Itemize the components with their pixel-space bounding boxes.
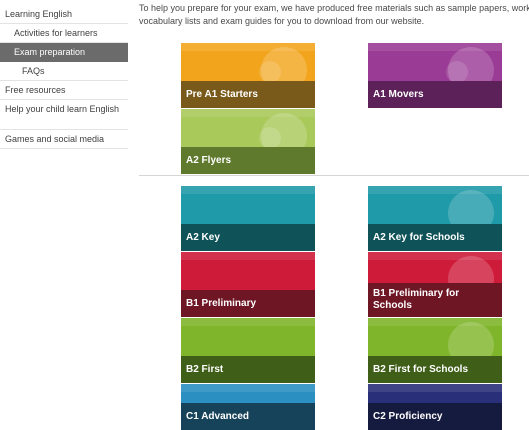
card-label: B1 Preliminary (186, 297, 257, 309)
exam-card-b2-first-for-schools[interactable]: B2 First for Schools (368, 318, 502, 383)
sidebar-item-games-and-social-media[interactable]: Games and social media (0, 130, 128, 149)
card-label: A2 Key (186, 231, 220, 243)
card-band: A2 Key for Schools (368, 224, 502, 251)
sidebar-item-learning-english[interactable]: Learning English (0, 5, 128, 24)
sidebar-item-activities-for-learners[interactable]: Activities for learners (0, 24, 128, 43)
exam-card-b1-preliminary[interactable]: B1 Preliminary (181, 252, 315, 317)
intro-text: To help you prepare for your exam, we ha… (139, 2, 529, 28)
sidebar-item-faqs[interactable]: FAQs (0, 62, 128, 81)
card-band: B2 First for Schools (368, 356, 502, 383)
card-band: A2 Key (181, 224, 315, 251)
card-band: C2 Proficiency (368, 403, 502, 430)
exam-card-a2-key[interactable]: A2 Key (181, 186, 315, 251)
card-band: A1 Movers (368, 81, 502, 108)
card-label: A2 Key for Schools (373, 231, 465, 243)
exam-card-a2-flyers[interactable]: A2 Flyers (181, 109, 315, 174)
card-label: Pre A1 Starters (186, 88, 258, 100)
exam-card-a1-movers[interactable]: A1 Movers (368, 43, 502, 108)
exam-card-pre-a1-starters[interactable]: Pre A1 Starters (181, 43, 315, 108)
exam-card-c2-proficiency[interactable]: C2 Proficiency (368, 384, 502, 430)
card-band: A2 Flyers (181, 147, 315, 174)
card-band: C1 Advanced (181, 403, 315, 430)
section-divider (139, 175, 529, 176)
sidebar-item-help-your-child[interactable]: Help your child learn English (0, 100, 128, 130)
card-label: B2 First for Schools (373, 363, 469, 375)
intro-line-1: To help you prepare for your exam, we ha… (139, 3, 529, 13)
card-band: B1 Preliminary for Schools (368, 283, 502, 317)
card-label: A1 Movers (373, 88, 424, 100)
card-label: A2 Flyers (186, 154, 232, 166)
sidebar-item-exam-preparation[interactable]: Exam preparation (0, 43, 128, 62)
exam-card-c1-advanced[interactable]: C1 Advanced (181, 384, 315, 430)
sidebar-item-free-resources[interactable]: Free resources (0, 81, 128, 100)
exam-card-b1-preliminary-for-schools[interactable]: B1 Preliminary for Schools (368, 252, 502, 317)
card-band: Pre A1 Starters (181, 81, 315, 108)
card-band: B2 First (181, 356, 315, 383)
card-label: C2 Proficiency (373, 410, 443, 422)
intro-line-2: vocabulary lists and exam guides for you… (139, 16, 425, 26)
card-label: C1 Advanced (186, 410, 249, 422)
card-label: B1 Preliminary for Schools (373, 288, 460, 311)
card-band: B1 Preliminary (181, 290, 315, 317)
card-label: B2 First (186, 363, 224, 375)
exam-card-b2-first[interactable]: B2 First (181, 318, 315, 383)
exam-card-a2-key-for-schools[interactable]: A2 Key for Schools (368, 186, 502, 251)
